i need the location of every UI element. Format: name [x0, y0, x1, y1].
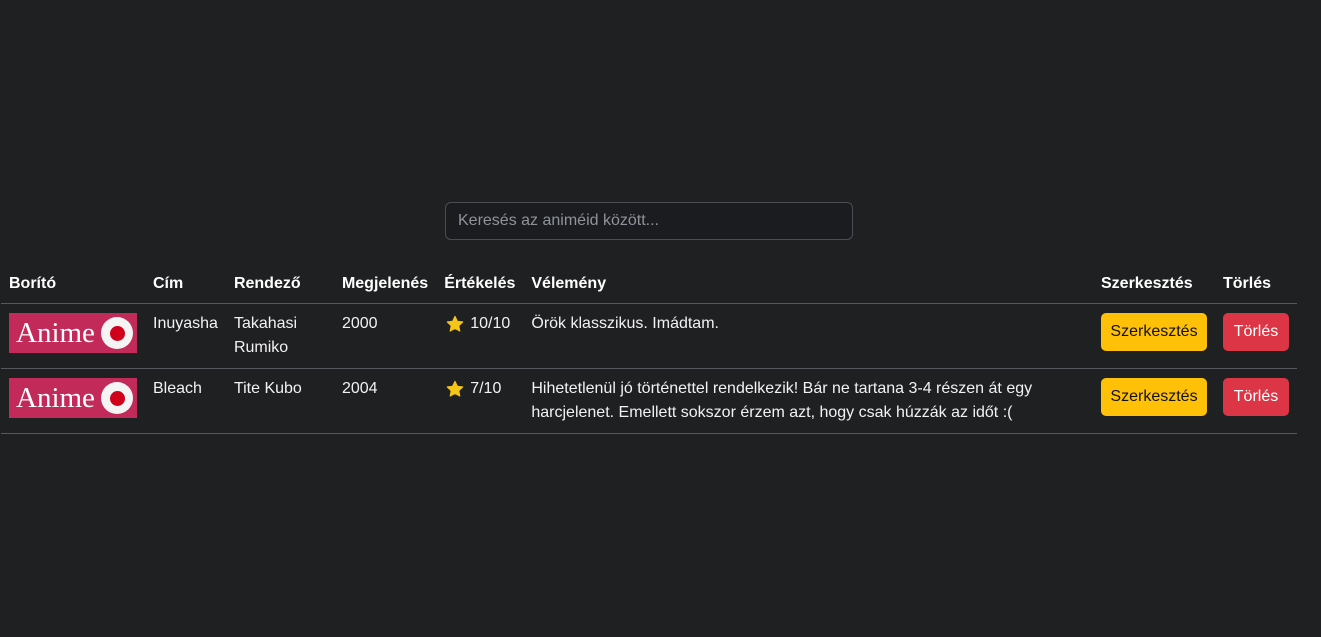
header-director: Rendező — [225, 266, 334, 304]
header-rating: Értékelés — [436, 266, 524, 304]
header-review: Vélemény — [523, 266, 1093, 304]
edit-button[interactable]: Szerkesztés — [1101, 378, 1207, 416]
edit-cell: Szerkesztés — [1093, 368, 1215, 434]
delete-cell: Törlés — [1215, 368, 1297, 434]
director-cell: Tite Kubo — [225, 368, 334, 434]
delete-button[interactable]: Törlés — [1223, 313, 1289, 351]
rating-value: 10/10 — [470, 315, 511, 332]
table-row: Anime Bleach Tite Kubo 2004 7/10 Hihetet… — [1, 368, 1297, 434]
cover-cell: Anime — [1, 368, 145, 434]
delete-cell: Törlés — [1215, 303, 1297, 369]
cover-circle — [101, 317, 133, 349]
cover-cell: Anime — [1, 303, 145, 369]
anime-table: Borító Cím Rendező Megjelenés Értékelés … — [1, 266, 1297, 434]
cover-dot — [109, 390, 125, 406]
release-cell: 2004 — [333, 368, 437, 434]
header-title: Cím — [145, 266, 226, 304]
rating-cell: 7/10 — [436, 368, 524, 434]
delete-button[interactable]: Törlés — [1223, 378, 1289, 416]
cover-image: Anime — [9, 313, 137, 353]
title-cell: Bleach — [145, 368, 226, 434]
cover-dot — [109, 325, 125, 341]
cover-image-text: Anime — [16, 317, 95, 349]
release-cell: 2000 — [333, 303, 437, 369]
rating: 10/10 — [444, 312, 515, 336]
header-delete: Törlés — [1215, 266, 1297, 304]
header-release: Megjelenés — [333, 266, 437, 304]
edit-cell: Szerkesztés — [1093, 303, 1215, 369]
rating: 7/10 — [444, 377, 515, 401]
table-row: Anime Inuyasha Takahasi Rumiko 2000 10/1… — [1, 303, 1297, 369]
review-cell: Örök klasszikus. Imádtam. — [523, 303, 1093, 369]
search-container — [445, 202, 853, 240]
review-cell: Hihetetlenül jó történettel rendelkezik!… — [523, 368, 1093, 434]
cover-image: Anime — [9, 378, 137, 418]
header-edit: Szerkesztés — [1093, 266, 1215, 304]
director-cell: Takahasi Rumiko — [225, 303, 334, 369]
star-icon — [446, 380, 464, 397]
star-icon — [446, 315, 464, 332]
header-cover: Borító — [1, 266, 145, 304]
table-header-row: Borító Cím Rendező Megjelenés Értékelés … — [1, 266, 1297, 304]
title-cell: Inuyasha — [145, 303, 226, 369]
search-input[interactable] — [445, 202, 853, 240]
rating-value: 7/10 — [470, 380, 502, 397]
cover-circle — [101, 382, 133, 414]
cover-image-text: Anime — [16, 382, 95, 414]
edit-button[interactable]: Szerkesztés — [1101, 313, 1207, 351]
rating-cell: 10/10 — [436, 303, 524, 369]
